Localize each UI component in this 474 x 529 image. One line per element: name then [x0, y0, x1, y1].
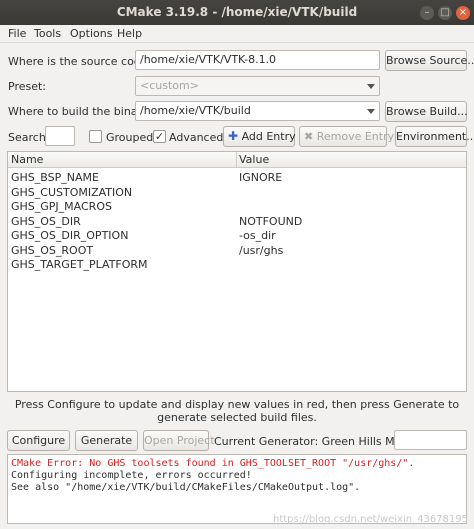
- row-value[interactable]: NOTFOUND: [239, 215, 302, 228]
- open-project-button[interactable]: Open Project: [143, 430, 215, 451]
- row-name: GHS_CUSTOMIZATION: [11, 185, 133, 199]
- row-name: GHS_OS_DIR_OPTION: [11, 229, 129, 242]
- plus-icon: ✚: [228, 129, 239, 143]
- grouped-checkbox[interactable]: [89, 130, 102, 143]
- window-title: CMake 3.19.8 - /home/xie/VTK/build: [116, 5, 358, 19]
- log-error-line: CMake Error: No GHS toolsets found in GH…: [11, 458, 415, 469]
- close-icon[interactable]: ×: [456, 6, 470, 20]
- menu-file[interactable]: File: [8, 27, 26, 40]
- preset-value: <custom>: [140, 79, 199, 92]
- column-value[interactable]: Value: [239, 153, 269, 166]
- row-name: GHS_OS_DIR: [11, 214, 81, 228]
- browse-build-button[interactable]: Browse Build...: [385, 101, 468, 122]
- row-value[interactable]: IGNORE: [239, 171, 282, 184]
- chevron-down-icon: [367, 84, 375, 89]
- preset-label: Preset:: [8, 80, 47, 93]
- row-name: GHS_TARGET_PLATFORM: [11, 258, 148, 271]
- row-name: GHS_OS_ROOT: [11, 243, 94, 257]
- row-name: GHS_GPJ_MACROS: [11, 200, 112, 213]
- table-row[interactable]: GHS_GPJ_MACROS: [8, 200, 466, 215]
- grouped-label: Grouped: [106, 131, 154, 144]
- preset-select[interactable]: <custom>: [135, 76, 380, 96]
- row-value[interactable]: /usr/ghs: [239, 244, 283, 257]
- remove-entry-label: Remove Entry: [316, 130, 395, 143]
- maximize-icon[interactable]: □: [438, 6, 452, 20]
- build-value: /home/xie/VTK/build: [140, 104, 251, 117]
- current-generator-label: Current Generator: Green Hills MULTI: [214, 435, 418, 448]
- chevron-down-icon: [367, 109, 375, 114]
- watermark: https://blog.csdn.net/weixin_43678195: [272, 514, 468, 525]
- column-name[interactable]: Name: [11, 153, 43, 166]
- table-row[interactable]: GHS_OS_DIR_OPTION -os_dir: [8, 229, 466, 244]
- add-entry-label: Add Entry: [241, 130, 296, 143]
- column-divider: [236, 152, 237, 168]
- build-select[interactable]: /home/xie/VTK/build: [135, 101, 380, 121]
- remove-icon: ✖: [304, 130, 314, 143]
- browse-source-button[interactable]: Browse Source...: [385, 50, 474, 71]
- table-header: Name Value: [8, 152, 466, 168]
- remove-entry-button[interactable]: ✖ Remove Entry: [299, 126, 394, 147]
- menu-bar: File Tools Options Help: [0, 25, 474, 43]
- configure-button[interactable]: Configure: [7, 430, 70, 451]
- menu-help[interactable]: Help: [117, 27, 142, 40]
- table-row[interactable]: GHS_TARGET_PLATFORM: [8, 258, 466, 273]
- search-input[interactable]: [45, 126, 75, 146]
- add-entry-button[interactable]: ✚ Add Entry: [223, 126, 296, 147]
- info-text: Press Configure to update and display ne…: [14, 398, 460, 424]
- table-row[interactable]: GHS_CUSTOMIZATION: [8, 186, 466, 201]
- generator-field[interactable]: [394, 430, 467, 450]
- table-row[interactable]: GHS_BSP_NAME IGNORE: [8, 171, 466, 186]
- minimize-icon[interactable]: –: [420, 6, 434, 20]
- row-name: GHS_BSP_NAME: [11, 171, 99, 184]
- source-input[interactable]: /home/xie/VTK/VTK-8.1.0: [135, 50, 380, 70]
- menu-options[interactable]: Options: [70, 27, 112, 40]
- log-line: See also "/home/xie/VTK/build/CMakeFiles…: [11, 482, 361, 493]
- menu-tools[interactable]: Tools: [34, 27, 61, 40]
- advanced-label: Advanced: [169, 131, 224, 144]
- environment-button[interactable]: Environment...: [395, 126, 474, 147]
- checkmark-icon: ✓: [154, 130, 165, 143]
- log-line: Configuring incomplete, errors occurred!: [11, 470, 252, 481]
- window-titlebar: CMake 3.19.8 - /home/xie/VTK/build – □ ×: [0, 0, 474, 25]
- table-row[interactable]: GHS_OS_ROOT /usr/ghs: [8, 244, 466, 259]
- table-row[interactable]: GHS_OS_DIR NOTFOUND: [8, 215, 466, 230]
- cache-table[interactable]: Name Value GHS_BSP_NAME IGNORE GHS_CUSTO…: [7, 151, 467, 392]
- generate-button[interactable]: Generate: [75, 430, 138, 451]
- search-label: Search:: [8, 131, 50, 144]
- row-value[interactable]: -os_dir: [239, 229, 276, 242]
- advanced-checkbox[interactable]: ✓: [153, 130, 166, 143]
- source-label: Where is the source code:: [8, 55, 152, 68]
